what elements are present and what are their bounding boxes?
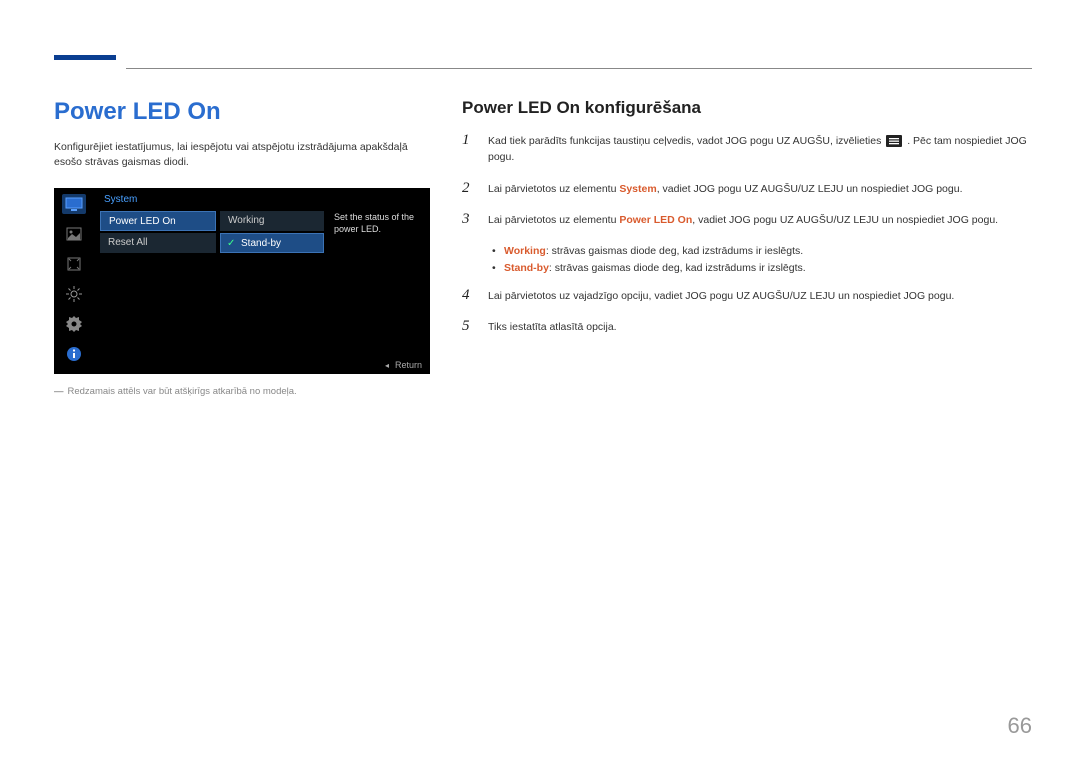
menu-icon: [886, 135, 902, 147]
back-triangle-icon: ◂: [385, 361, 389, 370]
highlight: Working: [504, 245, 546, 257]
step-number: 1: [462, 132, 478, 149]
picture-icon: [62, 224, 86, 244]
step-text: Lai pārvietotos uz elementu System, vadi…: [488, 182, 1032, 198]
page-number: 66: [1008, 713, 1032, 739]
footnote: ―Redzamais attēls var būt atšķirīgs atka…: [54, 386, 434, 397]
highlight: Stand-by: [504, 262, 549, 274]
list-text: : strāvas gaismas diode deg, kad izstrād…: [549, 262, 806, 274]
step-text: Lai pārvietotos uz vajadzīgo opciju, vad…: [488, 289, 1032, 305]
step-1: 1 Kad tiek parādīts funkcijas taustiņu c…: [462, 132, 1032, 166]
osd-option-working: Working: [220, 211, 324, 231]
subsection-title: Power LED On konfigurēšana: [462, 98, 1032, 118]
osd-item-power-led: Power LED On: [100, 211, 216, 231]
step-text: Kad tiek parādīts funkcijas taustiņu ceļ…: [488, 134, 1032, 166]
list-text: : strāvas gaismas diode deg, kad izstrād…: [546, 245, 803, 257]
info-icon: [62, 344, 86, 364]
step-text: Tiks iestatīta atlasītā opcija.: [488, 320, 1032, 336]
step-3: 3 Lai pārvietotos uz elementu Power LED …: [462, 211, 1032, 229]
osd-option-standby: Stand-by: [220, 233, 324, 253]
step-number: 2: [462, 180, 478, 197]
option-list: Working: strāvas gaismas diode deg, kad …: [492, 243, 1032, 277]
osd-description: Set the status of the power LED.: [334, 212, 422, 235]
step-4: 4 Lai pārvietotos uz vajadzīgo opciju, v…: [462, 287, 1032, 305]
step-frag: , vadiet JOG pogu UZ AUGŠU/UZ LEJU un no…: [657, 183, 963, 195]
list-item: Stand-by: strāvas gaismas diode deg, kad…: [492, 260, 1032, 277]
list-item: Working: strāvas gaismas diode deg, kad …: [492, 243, 1032, 260]
step-number: 3: [462, 211, 478, 228]
step-frag: Lai pārvietotos uz elementu: [488, 183, 619, 195]
osd-return-label: Return: [395, 360, 422, 370]
section-title: Power LED On: [54, 98, 434, 126]
osd-nav-sidebar: [54, 188, 94, 374]
horizontal-rule: [126, 68, 1032, 69]
step-2: 2 Lai pārvietotos uz elementu System, va…: [462, 180, 1032, 198]
monitor-icon: [62, 194, 86, 214]
gear-outline-icon: [62, 284, 86, 304]
step-frag: , vadiet JOG pogu UZ AUGŠU/UZ LEJU un no…: [692, 214, 998, 226]
gear-filled-icon: [62, 314, 86, 334]
step-text: Lai pārvietotos uz elementu Power LED On…: [488, 213, 1032, 229]
step-5: 5 Tiks iestatīta atlasītā opcija.: [462, 318, 1032, 336]
accent-bar: [54, 55, 116, 60]
osd-item-reset: Reset All: [100, 233, 216, 253]
osd-screenshot: System Power LED On Working Reset All St…: [54, 188, 430, 374]
step-frag: Lai pārvietotos uz elementu: [488, 214, 619, 226]
step-frag: Kad tiek parādīts funkcijas taustiņu ceļ…: [488, 135, 881, 147]
highlight: System: [619, 183, 656, 195]
highlight: Power LED On: [619, 214, 692, 226]
intro-paragraph: Konfigurējiet iestatījumus, lai iespējot…: [54, 140, 434, 170]
resize-icon: [62, 254, 86, 274]
osd-breadcrumb: System: [100, 188, 430, 211]
step-number: 4: [462, 287, 478, 304]
footnote-text: Redzamais attēls var būt atšķirīgs atkar…: [68, 386, 297, 397]
step-number: 5: [462, 318, 478, 335]
osd-footer: ◂ Return: [385, 360, 422, 370]
